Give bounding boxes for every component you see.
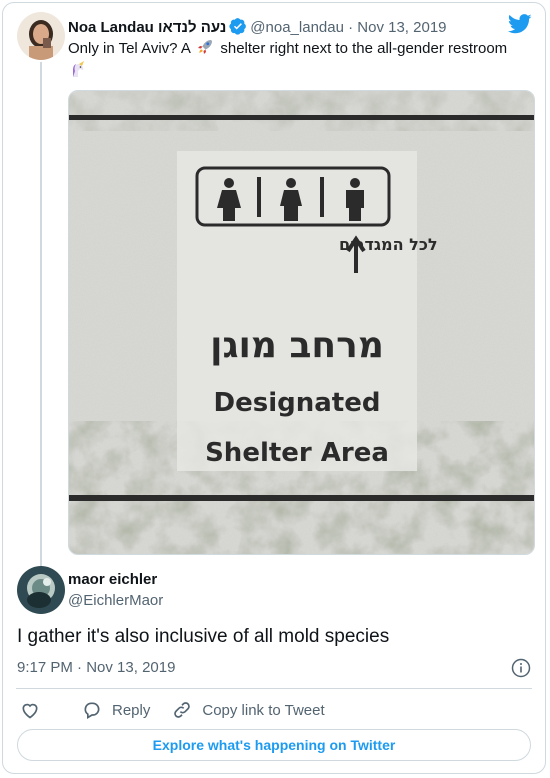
tweet-image[interactable]: לכל המגדרים מרחב מוגן Designated Shelter…	[68, 90, 535, 555]
info-icon[interactable]	[511, 658, 531, 678]
rocket-icon	[198, 40, 213, 54]
avatar[interactable]	[17, 12, 65, 60]
tweet-header: Noa Landau נעה לנדאו @noa_landau · Nov 13…	[68, 17, 447, 36]
reply-icon	[84, 702, 100, 719]
twitter-bird-icon[interactable]	[508, 14, 532, 34]
author-name[interactable]: Noa Landau נעה לנדאו	[68, 19, 226, 36]
link-icon	[174, 702, 191, 718]
explore-button[interactable]: Explore what's happening on Twitter	[17, 729, 531, 761]
reply-text: I gather it's also inclusive of all mold…	[17, 626, 390, 647]
thread-line	[40, 62, 42, 567]
reply-author-name[interactable]: maor eichler	[68, 571, 157, 588]
verified-badge-icon	[229, 18, 247, 35]
like-button[interactable]	[20, 700, 50, 720]
reply-avatar[interactable]	[17, 566, 65, 614]
divider	[16, 688, 532, 689]
sign-hebrew-main: מרחב מוגן	[210, 325, 384, 366]
action-bar: Reply Copy link to Tweet	[17, 698, 325, 722]
copy-link-button[interactable]: Copy link to Tweet	[172, 700, 325, 720]
tweet-text-part1: Only in Tel Aviv? A	[68, 40, 191, 57]
reply-time[interactable]: 9:17 PM	[17, 659, 73, 676]
reply-label: Reply	[112, 701, 151, 719]
reply-timestamp[interactable]: 9:17 PM · Nov 13, 2019	[17, 659, 175, 676]
sign-hebrew-top: לכל המגדרים	[339, 235, 438, 254]
sign-english-line1: Designated	[214, 388, 381, 418]
author-handle[interactable]: @noa_landau	[250, 19, 344, 36]
unicorn-icon	[73, 61, 84, 77]
meta-separator: ·	[77, 659, 83, 676]
tweet-date[interactable]: Nov 13, 2019	[357, 19, 446, 36]
sign-english-line2: Shelter Area	[205, 438, 389, 468]
reply-date[interactable]: Nov 13, 2019	[86, 659, 175, 676]
tweet-text-part2: shelter right next to the all-gender res…	[216, 40, 508, 57]
copy-link-label: Copy link to Tweet	[202, 701, 325, 719]
tweet-text: Only in Tel Aviv? A shelter right next t…	[68, 38, 528, 81]
reply-author-handle[interactable]: @EichlerMaor	[68, 592, 163, 609]
reply-button[interactable]: Reply	[82, 700, 150, 720]
heart-icon	[22, 703, 38, 719]
